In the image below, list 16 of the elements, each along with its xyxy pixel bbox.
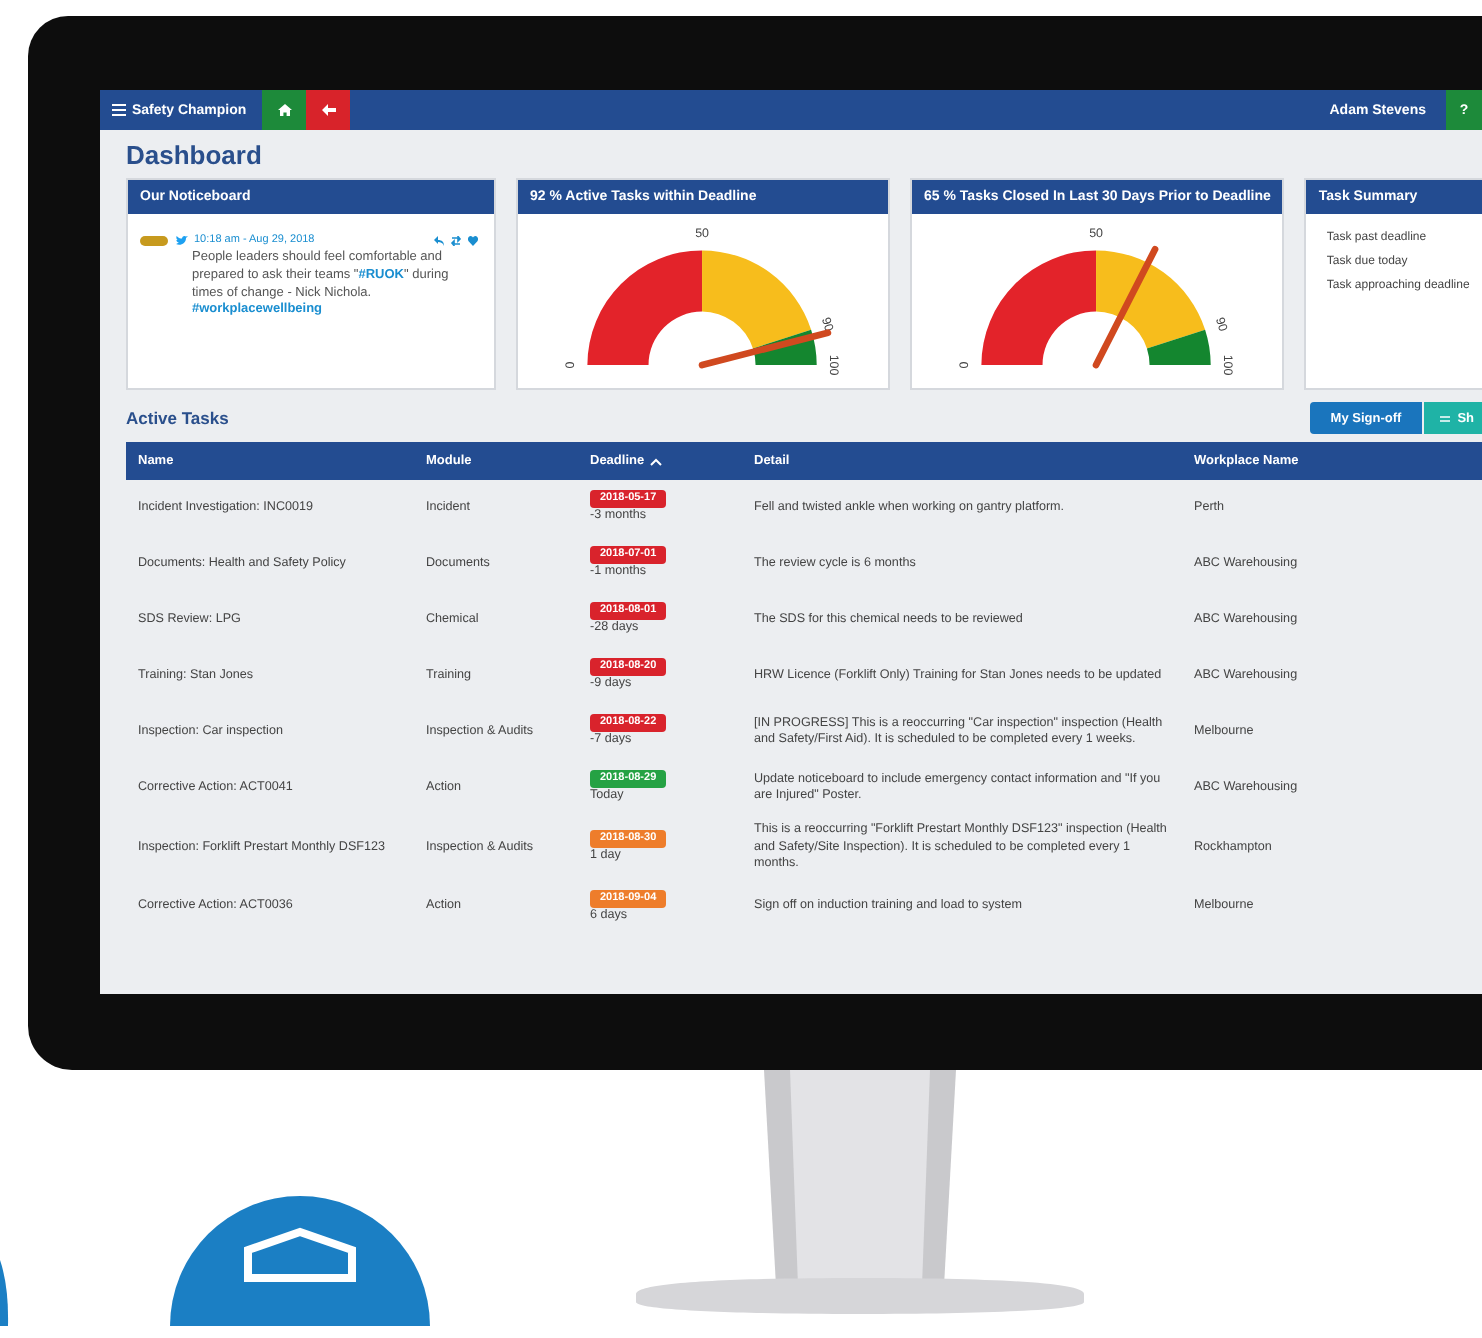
arrow-left-icon [321, 104, 336, 116]
menu-icon [112, 104, 126, 116]
section-title: Active Tasks [126, 408, 229, 428]
home-icon [277, 104, 292, 116]
swap-icon [1439, 413, 1452, 423]
shield-logo-icon [170, 1196, 430, 1326]
back-button[interactable] [306, 90, 351, 130]
reply-icon[interactable] [434, 235, 444, 245]
retweet-icon[interactable] [450, 235, 462, 245]
bird-icon [176, 235, 188, 245]
gauge-needle [1092, 245, 1159, 369]
heart-icon[interactable] [468, 235, 478, 245]
home-button[interactable] [262, 90, 307, 130]
avatar-logo [140, 236, 168, 246]
page-title: Dashboard [126, 138, 264, 174]
gauge-needle [698, 329, 832, 369]
